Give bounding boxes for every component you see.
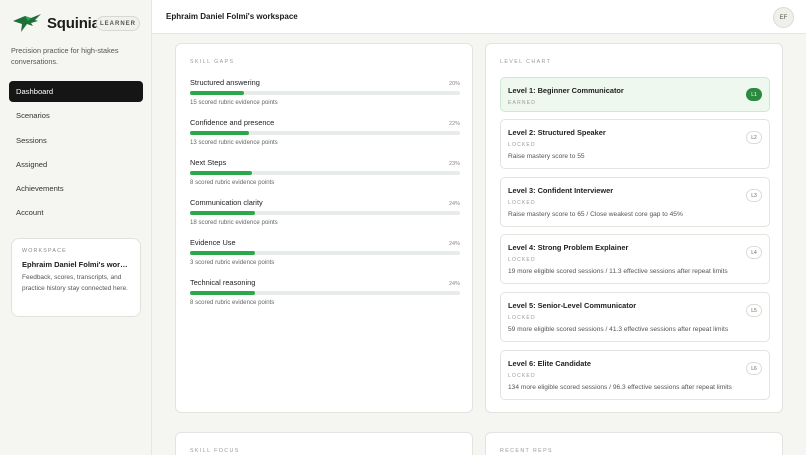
level-badge: L2	[746, 131, 762, 144]
level-title: Level 2: Structured Speaker	[508, 128, 606, 137]
skill-gaps-panel: SKILL GAPS Structured answering 20% 15 sc…	[175, 43, 473, 413]
skill-gap-title: Evidence Use	[190, 238, 236, 247]
skill-gap-evidence: 13 scored rubric evidence points	[190, 139, 278, 146]
level-title: Level 5: Senior-Level Communicator	[508, 301, 637, 310]
skill-gap-bar	[190, 291, 460, 295]
skill-gap-bar	[190, 91, 460, 95]
skill-gap-title: Next Steps	[190, 158, 227, 167]
skill-gap-bar-fill	[190, 131, 250, 135]
workspace-name: Ephraim Daniel Folmi's works…	[22, 260, 130, 269]
skill-gap-title: Communication clarity	[190, 198, 263, 207]
level-status: LOCKED	[508, 257, 536, 263]
skill-gap-evidence: 8 scored rubric evidence points	[190, 299, 275, 306]
skill-focus-eyebrow: SKILL FOCUS	[190, 448, 240, 454]
nav-item-assigned[interactable]: Assigned	[9, 154, 143, 175]
level-card[interactable]: Level 2: Structured Speaker LOCKED Raise…	[500, 119, 770, 169]
sidebar: Squinia LEARNER Precision practice for h…	[0, 0, 152, 455]
brand-logo[interactable]: Squinia	[11, 12, 100, 34]
recent-reps-eyebrow: RECENT REPS	[500, 448, 553, 454]
sidebar-nav: Dashboard Scenarios Sessions Assigned Ac…	[9, 81, 143, 227]
skill-gap-percent: 24%	[448, 201, 460, 207]
skill-gap-bar	[190, 251, 460, 255]
skill-gap-title: Confidence and presence	[190, 118, 275, 127]
workspace-eyebrow: WORKSPACE	[22, 248, 67, 254]
level-status: EARNED	[508, 100, 537, 106]
workspace-card[interactable]: WORKSPACE Ephraim Daniel Folmi's works… …	[11, 238, 141, 317]
skill-gap-evidence: 8 scored rubric evidence points	[190, 179, 275, 186]
level-title: Level 1: Beginner Communicator	[508, 86, 624, 95]
skill-gap-percent: 24%	[448, 281, 460, 287]
level-status: LOCKED	[508, 373, 536, 379]
tagline: Precision practice for high-stakes conve…	[11, 46, 119, 66]
level-title: Level 6: Elite Candidate	[508, 359, 591, 368]
role-badge: LEARNER	[96, 16, 140, 31]
skill-gap-item: Structured answering 20% 15 scored rubric…	[190, 78, 460, 106]
level-requirement: 134 more eligible scored sessions / 96.3…	[508, 384, 732, 391]
level-badge: L4	[746, 246, 762, 259]
avatar[interactable]: EF	[773, 7, 794, 28]
skill-gap-bar-fill	[190, 171, 253, 175]
skill-gap-item: Technical reasoning 24% 8 scored rubric e…	[190, 278, 460, 306]
level-requirement: Raise mastery score to 55	[508, 153, 585, 160]
top-header: Ephraim Daniel Folmi's workspace EF	[152, 0, 806, 34]
skill-gap-item: Confidence and presence 22% 13 scored rub…	[190, 118, 460, 146]
nav-item-sessions[interactable]: Sessions	[9, 130, 143, 151]
level-card[interactable]: Level 3: Confident Interviewer LOCKED Ra…	[500, 177, 770, 227]
level-title: Level 4: Strong Problem Explainer	[508, 243, 629, 252]
nav-item-account[interactable]: Account	[9, 202, 143, 223]
nav-item-achievements[interactable]: Achievements	[9, 178, 143, 199]
level-card[interactable]: Level 6: Elite Candidate LOCKED 134 more…	[500, 350, 770, 400]
level-status: LOCKED	[508, 200, 536, 206]
skill-gap-bar-fill	[190, 91, 244, 95]
level-title: Level 3: Confident Interviewer	[508, 186, 614, 195]
skill-gap-bar	[190, 211, 460, 215]
recent-reps-panel: RECENT REPS	[485, 432, 783, 455]
nav-item-dashboard[interactable]: Dashboard	[9, 81, 143, 102]
workspace-description: Feedback, scores, transcripts, and pract…	[22, 274, 128, 292]
skill-gap-percent: 24%	[448, 241, 460, 247]
nav-item-scenarios[interactable]: Scenarios	[9, 105, 143, 126]
level-status: LOCKED	[508, 142, 536, 148]
skill-gap-bar	[190, 171, 460, 175]
skill-gaps-eyebrow: SKILL GAPS	[190, 59, 235, 65]
level-badge: L3	[746, 189, 762, 202]
level-chart-eyebrow: LEVEL CHART	[500, 59, 552, 65]
skill-gap-bar-fill	[190, 251, 255, 255]
skill-focus-panel: SKILL FOCUS	[175, 432, 473, 455]
level-card[interactable]: Level 5: Senior-Level Communicator LOCKE…	[500, 292, 770, 342]
skill-gap-percent: 23%	[448, 161, 460, 167]
level-requirement: Raise mastery score to 65 / Close weakes…	[508, 211, 683, 218]
brand-name: Squinia	[47, 14, 100, 32]
level-card[interactable]: Level 1: Beginner Communicator EARNED L1	[500, 77, 770, 112]
skill-gap-item: Next Steps 23% 8 scored rubric evidence p…	[190, 158, 460, 186]
bird-logo-icon	[13, 14, 41, 32]
skill-gap-percent: 22%	[448, 121, 460, 127]
level-requirement: 59 more eligible scored sessions / 41.3 …	[508, 326, 729, 333]
level-badge: L5	[746, 304, 762, 317]
level-card[interactable]: Level 4: Strong Problem Explainer LOCKED…	[500, 234, 770, 284]
skill-gap-title: Technical reasoning	[190, 278, 256, 287]
skill-gap-percent: 20%	[448, 81, 460, 87]
skill-gap-item: Communication clarity 24% 18 scored rubri…	[190, 198, 460, 226]
level-badge: L1	[746, 88, 762, 101]
level-status: LOCKED	[508, 315, 536, 321]
level-requirement: 19 more eligible scored sessions / 11.3 …	[508, 268, 728, 275]
page-title: Ephraim Daniel Folmi's workspace	[166, 12, 298, 21]
level-chart-panel: LEVEL CHART Level 1: Beginner Communicat…	[485, 43, 783, 413]
skill-gap-bar-fill	[190, 291, 255, 295]
skill-gap-evidence: 3 scored rubric evidence points	[190, 259, 275, 266]
skill-gap-bar-fill	[190, 211, 255, 215]
skill-gap-evidence: 15 scored rubric evidence points	[190, 99, 278, 106]
skill-gap-title: Structured answering	[190, 78, 260, 87]
level-badge: L6	[746, 362, 762, 375]
skill-gap-item: Evidence Use 24% 3 scored rubric evidence…	[190, 238, 460, 266]
skill-gap-evidence: 18 scored rubric evidence points	[190, 219, 278, 226]
skill-gap-bar	[190, 131, 460, 135]
